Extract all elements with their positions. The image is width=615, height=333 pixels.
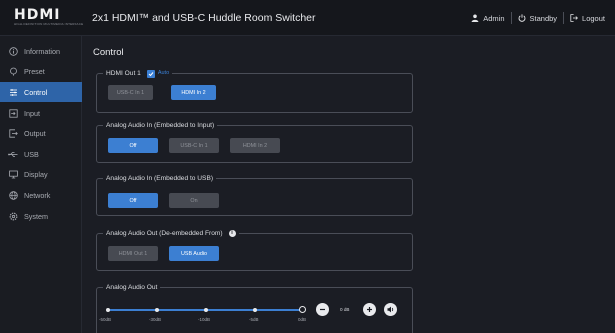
header-divider [510,12,512,24]
volume-value-display: 0 dB [340,307,350,312]
slider-tick-dot [253,308,257,312]
sidebar-item-label: Output [24,128,46,138]
page-title: Control [93,47,124,58]
audio-out-usb-audio-button[interactable]: USB Audio [169,246,219,261]
usb-icon [8,149,18,159]
slider-tick-dot [106,308,110,312]
gear-icon [8,211,18,221]
output-icon [8,128,18,138]
audio-out-volume-group: Analog Audio Out -50dB -30dB -10dB -5dB … [96,282,413,333]
audio-in-input-group: Analog Audio In (Embedded to Input) Off … [96,120,413,163]
audio-in-usb-group: Analog Audio In (Embedded to USB) Off On [96,173,413,216]
tick-label: -5dB [249,317,259,322]
group-label: Analog Audio In (Embedded to USB) [103,173,217,184]
info-icon[interactable]: i [228,230,236,237]
volume-up-button[interactable] [363,303,376,316]
audio-out-hdmi-out1-button[interactable]: HDMI Out 1 [108,246,158,261]
auto-checkbox[interactable] [146,69,155,78]
sidebar-item-output[interactable]: Output [0,123,82,143]
group-label: Analog Audio In (Embedded to Input) [103,120,218,131]
sidebar-item-usb[interactable]: USB [0,144,82,164]
plus-icon [367,307,372,312]
preset-icon [8,66,18,76]
logo-subtext: HIGH-DEFINITION MULTIMEDIA INTERFACE [14,22,84,26]
audio-in-input-usbc-in1-button[interactable]: USB-C In 1 [169,138,219,153]
user-icon [471,14,479,22]
audio-out-deembedded-group: Analog Audio Out (De-embedded From) i HD… [96,228,413,271]
header-actions: Admin Standby Logout [471,12,605,24]
header-divider [563,12,565,24]
group-label: HDMI Out 1 Auto [103,68,173,79]
sidebar-item-network[interactable]: Network [0,185,82,205]
sidebar-item-label: Network [24,190,51,200]
speaker-icon [387,306,393,313]
tick-label: -10dB [198,317,211,322]
volume-down-button[interactable] [316,303,329,316]
sidebar-item-label: USB [24,149,39,159]
power-icon [518,14,526,22]
sidebar-item-information[interactable]: Information [0,41,82,61]
auto-label: Auto [157,70,170,76]
sidebar-item-label: Display [24,169,48,179]
sidebar-item-input[interactable]: Input [0,103,82,123]
standby-label: Standby [529,13,558,23]
top-header: HDMI HIGH-DEFINITION MULTIMEDIA INTERFAC… [0,0,615,36]
sidebar: Information Preset Control Input Output … [0,36,82,333]
sidebar-item-preset[interactable]: Preset [0,61,82,81]
slider-tick-dot [204,308,208,312]
audio-in-input-off-button[interactable]: Off [108,138,158,153]
slider-tick-dot [155,308,159,312]
audio-in-usb-off-button[interactable]: Off [108,193,158,208]
sidebar-item-label: Preset [24,66,45,76]
logout-icon [570,14,579,22]
logout-button[interactable]: Logout [570,14,605,23]
logout-label: Logout [582,13,605,23]
checkmark-icon [148,71,154,76]
sidebar-item-label: Input [24,108,40,118]
tick-label: 0dB [298,317,307,322]
sidebar-item-system[interactable]: System [0,206,82,226]
hdmi-out-label: HDMI Out 1 [106,70,141,77]
logo-text: HDMI [14,7,61,23]
audio-in-usb-on-button[interactable]: On [169,193,219,208]
mute-button[interactable] [384,303,397,316]
audio-in-input-hdmi-in2-button[interactable]: HDMI In 2 [230,138,280,153]
tick-label: -30dB [149,317,162,322]
hdmi-out-usbc-in1-button[interactable]: USB-C In 1 [108,85,153,100]
sidebar-item-label: System [24,211,48,221]
hdmi-out-hdmi-in2-button[interactable]: HDMI In 2 [171,85,216,100]
volume-slider[interactable] [106,306,306,313]
hdmi-logo: HDMI HIGH-DEFINITION MULTIMEDIA INTERFAC… [14,7,84,26]
sidebar-item-display[interactable]: Display [0,164,82,184]
globe-icon [8,190,18,200]
control-icon [8,87,18,97]
audio-out-deembedded-label: Analog Audio Out (De-embedded From) [106,230,223,237]
group-label: Analog Audio Out (De-embedded From) i [103,228,239,239]
input-icon [8,108,18,118]
info-icon [8,46,18,56]
admin-menu[interactable]: Admin [471,13,505,23]
app-title: 2x1 HDMI™ and USB-C Huddle Room Switcher [92,12,316,24]
sidebar-item-control[interactable]: Control [0,82,82,102]
main-content: Control HDMI Out 1 Auto USB-C In 1 HDMI … [83,36,615,333]
display-icon [8,169,18,179]
sidebar-item-label: Information [24,46,60,56]
hdmi-out-group: HDMI Out 1 Auto USB-C In 1 HDMI In 2 [96,68,413,113]
minus-icon [320,308,325,311]
sidebar-item-label: Control [24,87,48,97]
group-label: Analog Audio Out [103,282,161,293]
tick-label: -50dB [99,317,112,322]
volume-slider-handle[interactable] [299,306,306,313]
standby-button[interactable]: Standby [518,13,558,23]
admin-label: Admin [483,13,505,23]
